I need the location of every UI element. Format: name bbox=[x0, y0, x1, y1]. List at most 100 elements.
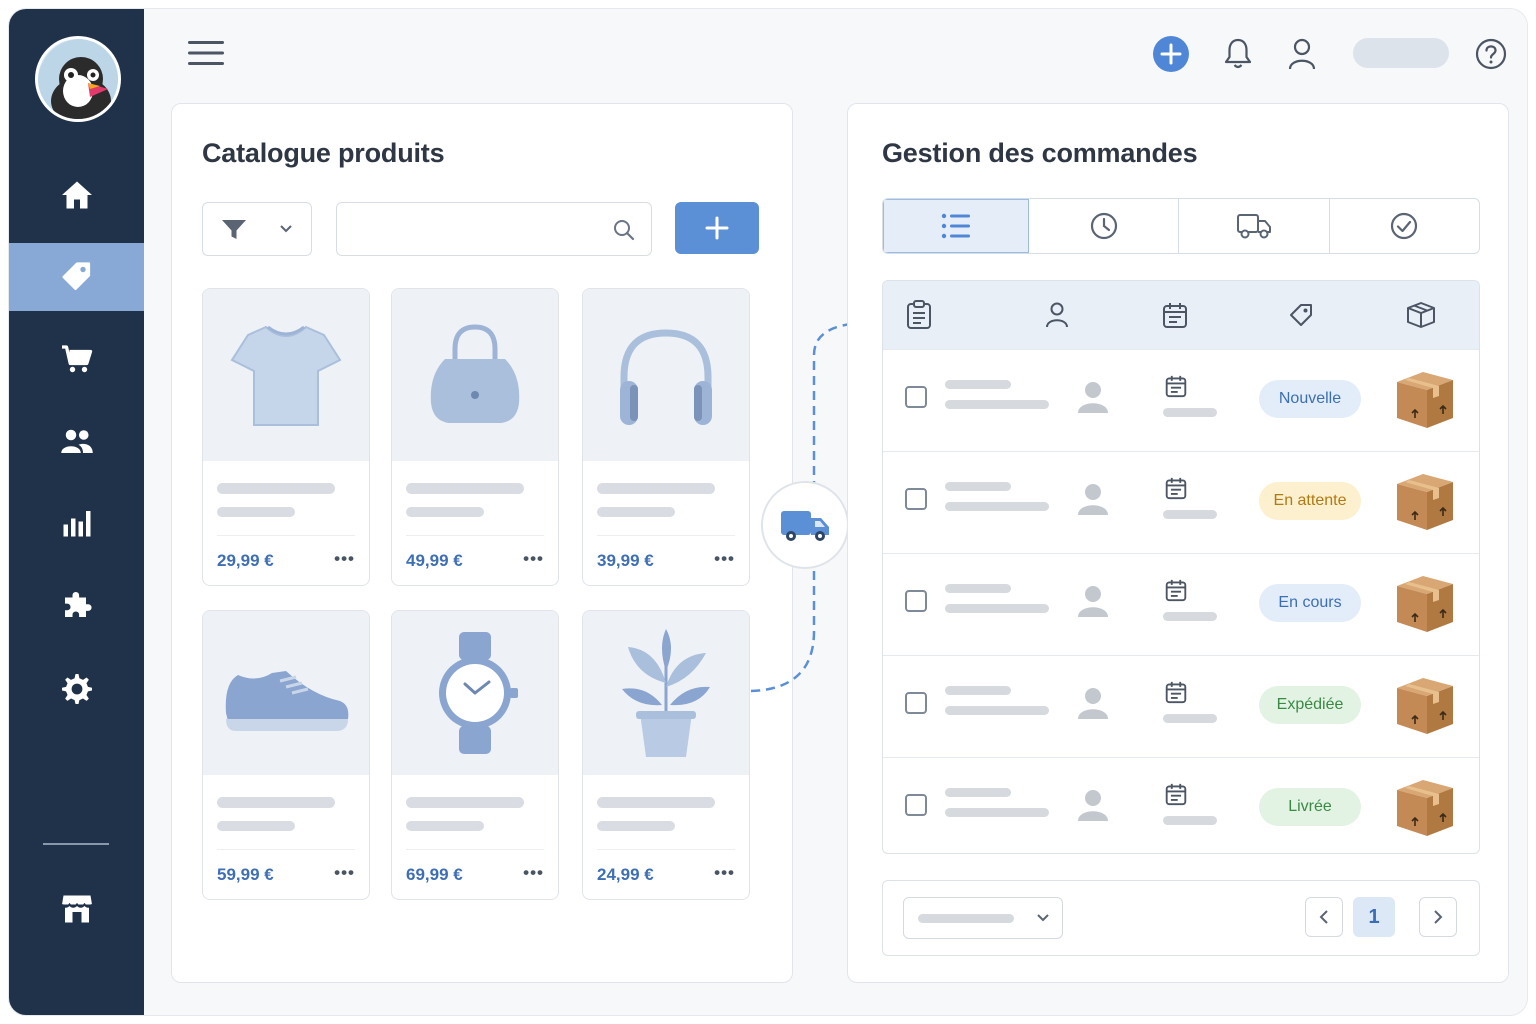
col-date[interactable] bbox=[1159, 299, 1191, 331]
table-row[interactable]: Nouvelle bbox=[883, 349, 1479, 451]
calendar-icon bbox=[1165, 375, 1187, 398]
list-icon bbox=[941, 213, 970, 239]
current-page[interactable]: 1 bbox=[1353, 897, 1395, 937]
tshirt-icon bbox=[230, 325, 342, 426]
menu-button[interactable] bbox=[185, 35, 227, 71]
col-customer[interactable] bbox=[1041, 299, 1073, 331]
chevron-down-icon bbox=[280, 225, 292, 233]
tab-pending[interactable] bbox=[1029, 199, 1180, 253]
nav-modules[interactable] bbox=[9, 571, 144, 639]
product-card[interactable]: 49,99 € ••• bbox=[391, 288, 559, 586]
store-icon bbox=[60, 895, 93, 923]
help-button[interactable] bbox=[1472, 35, 1510, 73]
table-row[interactable]: En attente bbox=[883, 451, 1479, 553]
truck-icon bbox=[1236, 214, 1271, 239]
calendar-icon bbox=[1165, 681, 1187, 704]
profile-button[interactable] bbox=[1283, 35, 1321, 73]
next-page-button[interactable] bbox=[1419, 897, 1457, 937]
product-card[interactable]: 59,99 € ••• bbox=[202, 610, 370, 900]
table-row[interactable]: Expédiée bbox=[883, 655, 1479, 757]
more-options-button[interactable]: ••• bbox=[334, 863, 355, 883]
row-checkbox[interactable] bbox=[905, 692, 927, 714]
gear-icon bbox=[61, 674, 92, 704]
search-input[interactable] bbox=[351, 215, 601, 243]
product-desc-placeholder bbox=[217, 507, 295, 517]
user-icon bbox=[1288, 38, 1316, 70]
calendar-icon bbox=[1165, 579, 1187, 602]
order-status-tabs bbox=[882, 198, 1480, 254]
more-options-button[interactable]: ••• bbox=[523, 549, 544, 569]
status-badge: Nouvelle bbox=[1259, 380, 1361, 418]
user-name-placeholder[interactable] bbox=[1353, 38, 1449, 68]
product-image bbox=[392, 289, 558, 461]
tab-completed[interactable] bbox=[1330, 199, 1479, 253]
watch-icon bbox=[439, 632, 518, 754]
notifications-button[interactable] bbox=[1219, 35, 1257, 73]
chevron-right-icon bbox=[1434, 910, 1443, 924]
col-reference[interactable] bbox=[903, 299, 935, 331]
table-row[interactable]: Livrée bbox=[883, 757, 1479, 853]
more-options-button[interactable]: ••• bbox=[523, 863, 544, 883]
user-icon bbox=[1046, 302, 1068, 328]
product-card[interactable]: 24,99 € ••• bbox=[582, 610, 750, 900]
pagination-bar: 1 bbox=[882, 880, 1480, 956]
more-options-button[interactable]: ••• bbox=[334, 549, 355, 569]
row-checkbox[interactable] bbox=[905, 590, 927, 612]
reference-placeholder bbox=[945, 808, 1049, 817]
page-size-select[interactable] bbox=[903, 897, 1063, 939]
product-price: 29,99 € bbox=[217, 551, 274, 570]
quick-add-button[interactable] bbox=[1152, 35, 1190, 73]
row-checkbox[interactable] bbox=[905, 794, 927, 816]
nav-catalog[interactable] bbox=[9, 243, 144, 311]
more-options-button[interactable]: ••• bbox=[714, 549, 735, 569]
package-icon bbox=[1397, 372, 1453, 428]
date-placeholder bbox=[1163, 714, 1217, 723]
product-image bbox=[392, 611, 558, 775]
package-icon bbox=[1397, 576, 1453, 632]
reference-placeholder bbox=[945, 788, 1011, 797]
tab-shipping[interactable] bbox=[1179, 199, 1330, 253]
product-card[interactable]: 39,99 € ••• bbox=[582, 288, 750, 586]
row-checkbox[interactable] bbox=[905, 386, 927, 408]
nav-orders[interactable] bbox=[9, 325, 144, 393]
delivery-truck-icon bbox=[781, 511, 829, 541]
nav-shop[interactable] bbox=[9, 875, 144, 943]
prev-page-button[interactable] bbox=[1305, 897, 1343, 937]
nav-stats[interactable] bbox=[9, 489, 144, 557]
puzzle-icon bbox=[64, 591, 92, 617]
product-card[interactable]: 69,99 € ••• bbox=[391, 610, 559, 900]
col-package[interactable] bbox=[1405, 299, 1437, 331]
nav-customers[interactable] bbox=[9, 407, 144, 475]
row-checkbox[interactable] bbox=[905, 488, 927, 510]
more-options-button[interactable]: ••• bbox=[714, 863, 735, 883]
chevron-down-icon bbox=[1037, 914, 1049, 922]
chevron-left-icon bbox=[1319, 910, 1328, 924]
col-status[interactable] bbox=[1285, 299, 1317, 331]
product-card[interactable]: 29,99 € ••• bbox=[202, 288, 370, 586]
table-header bbox=[883, 281, 1479, 349]
reference-placeholder bbox=[945, 686, 1011, 695]
table-row[interactable]: En cours bbox=[883, 553, 1479, 655]
product-image bbox=[583, 289, 749, 461]
product-search[interactable] bbox=[336, 202, 652, 256]
date-placeholder bbox=[1163, 408, 1217, 417]
tab-all-orders[interactable] bbox=[883, 199, 1029, 253]
reference-placeholder bbox=[945, 400, 1049, 409]
add-product-button[interactable] bbox=[675, 202, 759, 254]
prestashop-logo[interactable] bbox=[35, 36, 121, 122]
shipping-flow-badge bbox=[761, 481, 849, 569]
nav-home[interactable] bbox=[9, 161, 144, 229]
customer-avatar-icon bbox=[1078, 382, 1108, 413]
handbag-icon bbox=[430, 324, 520, 423]
reference-placeholder bbox=[945, 706, 1049, 715]
search-icon bbox=[614, 220, 635, 241]
orders-title: Gestion des commandes bbox=[882, 138, 1198, 168]
package-icon bbox=[1397, 678, 1453, 734]
bar-chart-icon bbox=[63, 511, 90, 537]
nav-settings[interactable] bbox=[9, 655, 144, 723]
package-cell bbox=[1393, 470, 1457, 537]
filter-dropdown[interactable] bbox=[202, 202, 312, 256]
product-price: 69,99 € bbox=[406, 865, 463, 884]
product-name-placeholder bbox=[217, 483, 335, 494]
package-cell bbox=[1393, 674, 1457, 741]
